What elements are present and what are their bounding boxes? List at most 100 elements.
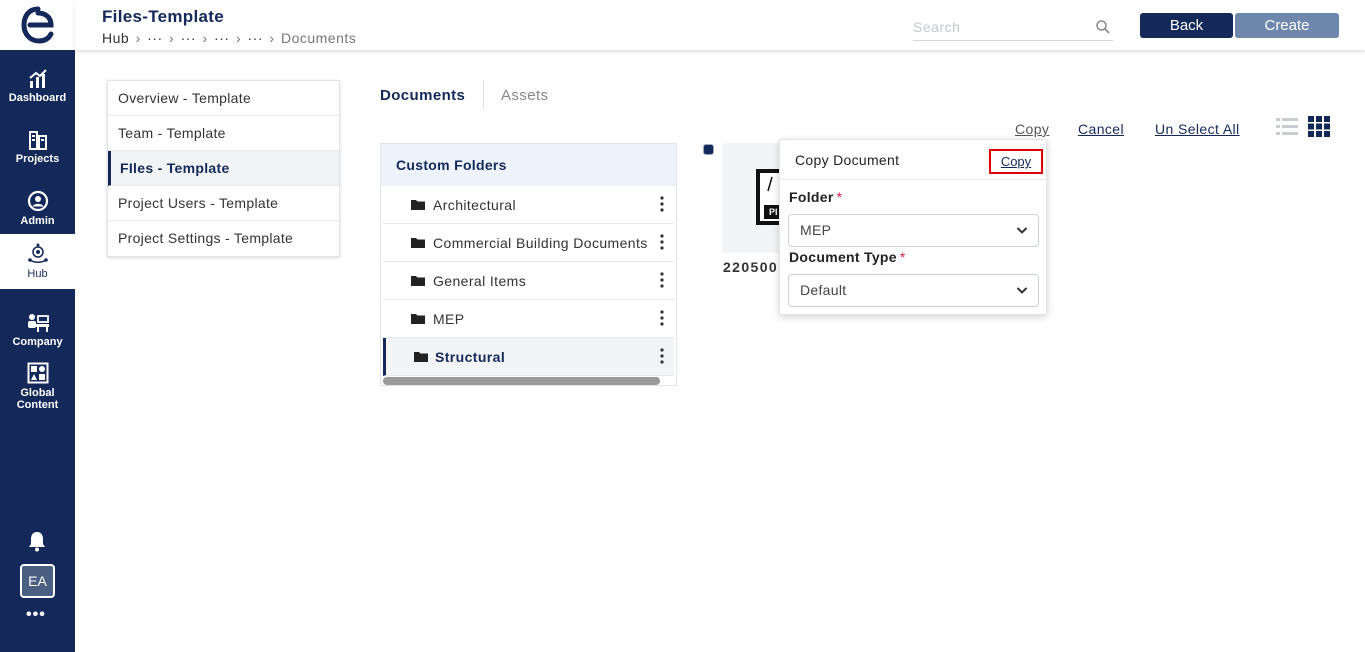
pdf-label: PI (769, 207, 778, 217)
tab-documents[interactable]: Documents (380, 87, 465, 104)
breadcrumb-collapsed-3[interactable]: ··· (214, 30, 230, 46)
folder-name: MEP (433, 310, 465, 327)
breadcrumb-separator-icon: › (202, 30, 208, 46)
doctype-field-label: Document Type * (789, 249, 906, 265)
required-mark: * (836, 189, 843, 205)
copy-link[interactable]: Copy (1015, 121, 1049, 137)
folder-select-value: MEP (800, 222, 832, 238)
custom-folders-panel: Custom Folders Architectural Commercial … (380, 143, 677, 386)
nav-dashboard-label: Dashboard (8, 91, 67, 104)
unselect-all-link[interactable]: Un Select All (1155, 121, 1240, 137)
tab-divider (483, 80, 484, 110)
folder-name: Architectural (433, 196, 517, 213)
nav-global-content-label: Global Content (16, 386, 59, 411)
folder-name: Structural (435, 348, 506, 365)
nav-dashboard[interactable]: Dashboard (0, 58, 75, 114)
nav-global-content[interactable]: Global Content (0, 355, 75, 417)
folder-icon (411, 276, 425, 286)
folder-structural[interactable]: Structural (383, 338, 674, 376)
folder-icon (411, 200, 425, 210)
breadcrumb-current: Documents (280, 30, 357, 46)
menu-overview-template[interactable]: Overview - Template (108, 81, 339, 116)
tab-assets[interactable]: Assets (501, 87, 548, 104)
sidebar: Dashboard Projects Admin Hub Company Glo… (0, 0, 75, 652)
projects-icon (28, 130, 47, 150)
folder-architectural[interactable]: Architectural (383, 186, 674, 224)
required-mark: * (899, 249, 906, 265)
document-type-select-value: Default (800, 282, 847, 298)
nav-projects-label: Projects (15, 152, 60, 165)
menu-project-users-template[interactable]: Project Users - Template (108, 186, 339, 221)
global-content-icon (27, 362, 48, 383)
dashboard-icon (28, 68, 47, 88)
kebab-menu-icon[interactable] (660, 234, 664, 250)
admin-icon (27, 190, 48, 211)
document-type-select[interactable]: Default (788, 274, 1039, 307)
create-button[interactable]: Create (1235, 13, 1339, 38)
custom-folders-header: Custom Folders (381, 144, 676, 186)
top-header: Files-Template Hub › ··· › ··· › ··· › ·… (75, 0, 1365, 50)
nav-projects[interactable]: Projects (0, 119, 75, 175)
hub-icon (27, 243, 48, 264)
grid-view-button[interactable] (1308, 116, 1330, 142)
nav-admin[interactable]: Admin (0, 180, 75, 236)
folder-general-items[interactable]: General Items (383, 262, 674, 300)
app-logo[interactable] (0, 0, 75, 50)
user-avatar[interactable]: EA (20, 564, 55, 598)
folder-icon (414, 352, 428, 362)
breadcrumb-collapsed-2[interactable]: ··· (181, 30, 197, 46)
bell-icon (29, 532, 45, 552)
menu-files-template[interactable]: FIles - Template (108, 151, 339, 186)
menu-team-template[interactable]: Team - Template (108, 116, 339, 151)
kebab-menu-icon[interactable] (660, 196, 664, 212)
search-input[interactable] (913, 16, 1088, 38)
folder-select[interactable]: MEP (788, 214, 1039, 247)
list-view-button[interactable] (1276, 117, 1298, 142)
document-select-checkbox[interactable] (703, 144, 714, 155)
kebab-menu-icon[interactable] (660, 272, 664, 288)
nav-hub[interactable]: Hub (0, 234, 75, 289)
breadcrumb-separator-icon: › (269, 30, 275, 46)
breadcrumb-collapsed-4[interactable]: ··· (248, 30, 264, 46)
logo-icon (20, 6, 54, 44)
nav-company-label: Company (12, 335, 63, 348)
nav-company[interactable]: Company (0, 302, 75, 358)
document-name: 220500 (723, 259, 779, 275)
folder-icon (411, 314, 425, 324)
horizontal-scrollbar[interactable] (383, 377, 660, 385)
breadcrumb-collapsed-1[interactable]: ··· (147, 30, 163, 46)
folder-mep[interactable]: MEP (383, 300, 674, 338)
more-menu-button[interactable]: ••• (26, 606, 46, 624)
page-title: Files-Template (102, 7, 224, 26)
folder-name: General Items (433, 272, 527, 289)
chevron-down-icon (1016, 287, 1028, 294)
search-box (913, 16, 1113, 41)
breadcrumb-separator-icon: › (135, 30, 141, 46)
popup-title: Copy Document (795, 152, 900, 168)
folder-label-text: Folder (789, 189, 834, 205)
folder-field-label: Folder * (789, 189, 842, 205)
nav-hub-label: Hub (27, 268, 48, 280)
copy-document-popup: Copy Document Copy Folder * MEP Document … (779, 139, 1047, 315)
menu-project-settings-template[interactable]: Project Settings - Template (108, 221, 339, 256)
search-icon[interactable] (1095, 19, 1111, 35)
breadcrumb-hub[interactable]: Hub (102, 30, 129, 46)
cancel-link[interactable]: Cancel (1078, 121, 1124, 137)
chevron-down-icon (1016, 227, 1028, 234)
kebab-menu-icon[interactable] (660, 348, 664, 364)
breadcrumb: Hub › ··· › ··· › ··· › ··· › Documents (102, 30, 356, 46)
back-button[interactable]: Back (1140, 13, 1233, 38)
folder-name: Commercial Building Documents (433, 234, 647, 251)
breadcrumb-separator-icon: › (169, 30, 175, 46)
breadcrumb-separator-icon: › (235, 30, 242, 46)
grid-view-icon (1308, 116, 1330, 137)
folder-commercial-building-documents[interactable]: Commercial Building Documents (383, 224, 674, 262)
folder-icon (411, 238, 425, 248)
template-settings-menu: Overview - Template Team - Template FIle… (107, 80, 340, 257)
notifications-button[interactable] (26, 530, 48, 557)
popup-copy-button[interactable]: Copy (989, 149, 1043, 174)
nav-admin-label: Admin (20, 214, 55, 227)
doctype-label-text: Document Type (789, 249, 897, 265)
company-icon (27, 313, 49, 332)
kebab-menu-icon[interactable] (660, 310, 664, 326)
